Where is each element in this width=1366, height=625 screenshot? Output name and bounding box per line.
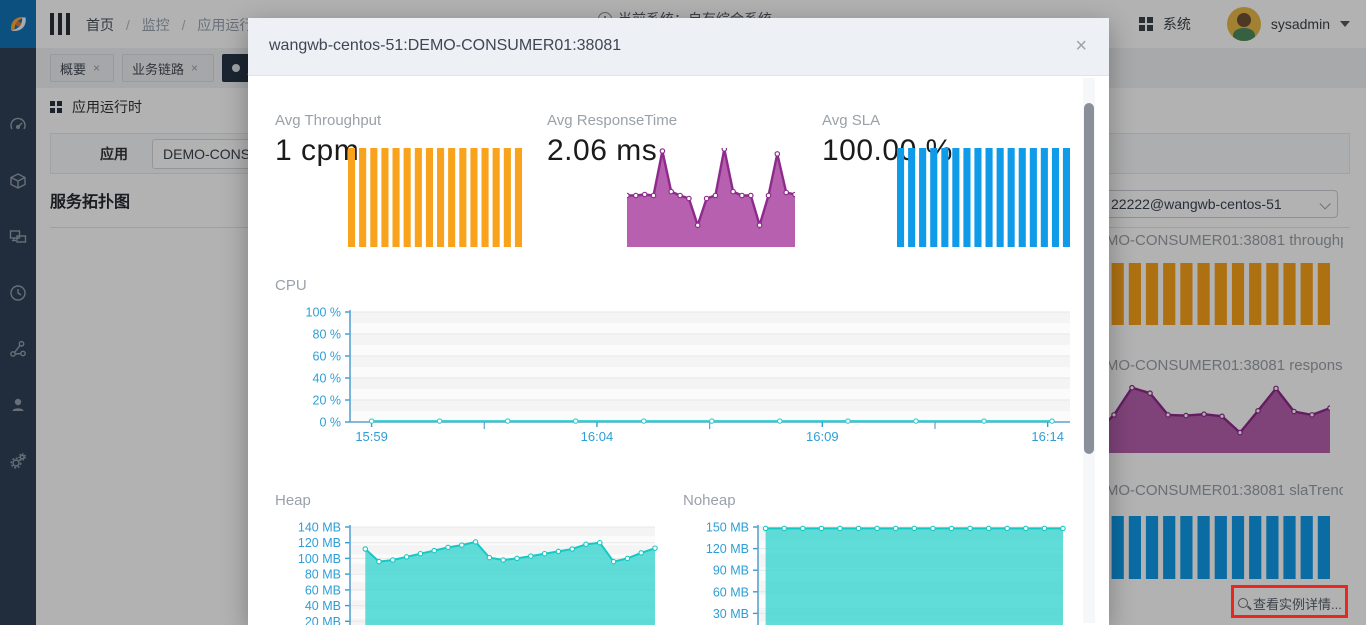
cpu-chart-title: CPU (275, 277, 307, 294)
svg-text:0 %: 0 % (319, 416, 341, 430)
annotation-highlight-box (1231, 585, 1348, 618)
throughput-mini-chart[interactable] (348, 148, 522, 247)
metric-throughput-label: Avg Throughput (275, 112, 381, 129)
svg-text:16:14: 16:14 (1031, 429, 1064, 444)
svg-text:30 MB: 30 MB (713, 607, 749, 621)
svg-text:16:04: 16:04 (581, 429, 614, 444)
metric-response-label: Avg ResponseTime (547, 112, 677, 129)
svg-text:120 MB: 120 MB (706, 542, 749, 556)
svg-text:60 %: 60 % (313, 350, 342, 364)
close-icon[interactable]: × (1075, 34, 1087, 58)
svg-text:100 MB: 100 MB (298, 552, 341, 566)
svg-text:60 MB: 60 MB (305, 583, 341, 597)
heap-chart-title: Heap (275, 492, 311, 509)
svg-text:140 MB: 140 MB (298, 521, 341, 535)
svg-text:40 %: 40 % (313, 372, 342, 386)
modal-body: Avg Throughput 1 cpm Avg ResponseTime 2.… (248, 76, 1109, 625)
svg-text:150 MB: 150 MB (706, 521, 749, 535)
svg-text:20 MB: 20 MB (305, 615, 341, 625)
modal-header: wangwb-centos-51:DEMO-CONSUMER01:38081 × (248, 18, 1109, 76)
response-mini-chart[interactable] (627, 148, 795, 247)
svg-text:80 %: 80 % (313, 328, 342, 342)
svg-text:15:59: 15:59 (355, 429, 388, 444)
metric-sla-label: Avg SLA (822, 112, 880, 129)
heap-chart[interactable]: 140 MB120 MB 100 MB 80 MB60 MB 40 MB 20 MB (275, 518, 660, 625)
noheap-chart-title: Noheap (683, 492, 736, 509)
app-root: 首页 / 监控 / 应用运行时 当前系统：自有综合系统 系统 sysadmin (0, 0, 1366, 625)
metric-throughput-value: 1 cpm (275, 134, 359, 168)
svg-text:100 %: 100 % (306, 306, 341, 320)
modal-title: wangwb-centos-51:DEMO-CONSUMER01:38081 (269, 37, 621, 55)
cpu-chart[interactable]: 100 % 80 % 60 % 40 % 20 % 0 % 15:59 16:04 16:09 1… (275, 304, 1075, 446)
svg-text:60 MB: 60 MB (713, 585, 749, 599)
svg-text:40 MB: 40 MB (305, 599, 341, 613)
svg-text:90 MB: 90 MB (713, 564, 749, 578)
svg-text:80 MB: 80 MB (305, 568, 341, 582)
svg-text:120 MB: 120 MB (298, 536, 341, 550)
svg-text:20 %: 20 % (313, 394, 342, 408)
svg-text:16:09: 16:09 (806, 429, 839, 444)
instance-detail-modal: wangwb-centos-51:DEMO-CONSUMER01:38081 ×… (248, 18, 1109, 625)
sla-mini-chart[interactable] (897, 148, 1070, 247)
modal-scrollbar-thumb[interactable] (1084, 103, 1094, 454)
noheap-chart[interactable]: 150 MB 120 MB 90 MB 60 MB 30 MB (683, 518, 1068, 625)
